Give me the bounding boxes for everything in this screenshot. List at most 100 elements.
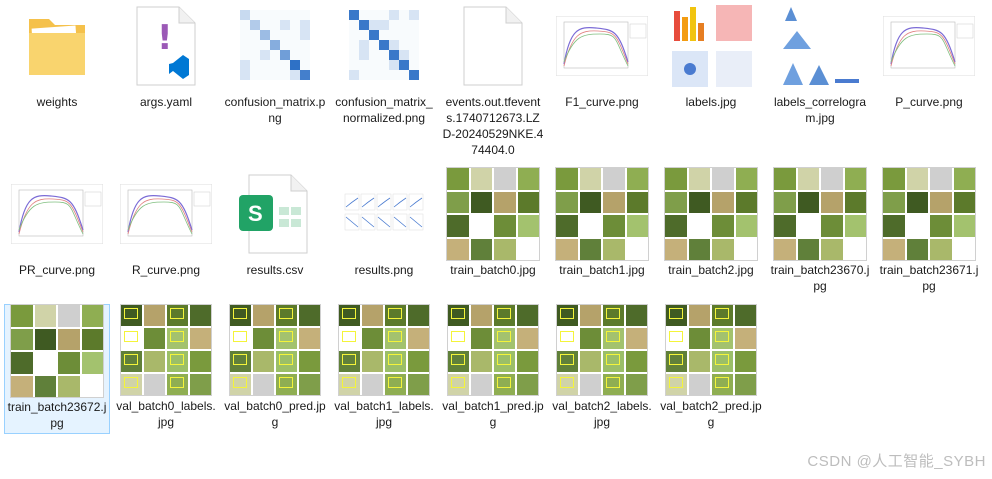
file-item[interactable]: val_batch2_pred.jpg xyxy=(658,304,764,434)
batch-tile xyxy=(580,305,601,326)
file-item[interactable]: labels.jpg xyxy=(658,0,764,130)
file-name: F1_curve.png xyxy=(551,94,653,110)
batch-mosaic-thumbnail xyxy=(557,305,647,395)
file-name: val_batch1_pred.jpg xyxy=(442,398,544,430)
file-item[interactable]: val_batch0_pred.jpg xyxy=(222,304,328,434)
file-item[interactable]: confusion_matrix_normalized.png xyxy=(331,0,437,130)
batch-tile xyxy=(518,215,540,237)
batch-tile xyxy=(627,215,649,237)
file-item[interactable]: results.png xyxy=(331,168,437,298)
batch-tile xyxy=(712,328,733,349)
batch-tile xyxy=(82,305,104,327)
batch-tile xyxy=(408,328,429,349)
batch-tile xyxy=(627,168,649,190)
file-thumbnail xyxy=(222,0,328,92)
file-item[interactable]: confusion_matrix.png xyxy=(222,0,328,130)
batch-tile xyxy=(580,328,601,349)
file-item[interactable]: weights xyxy=(4,0,110,130)
file-item[interactable]: S results.csv xyxy=(222,168,328,298)
batch-tile xyxy=(471,239,493,261)
file-thumbnail xyxy=(4,168,110,260)
file-thumbnail xyxy=(331,168,437,260)
batch-tile xyxy=(626,374,647,395)
batch-tile xyxy=(883,239,905,261)
batch-tile xyxy=(339,351,360,372)
batch-tile xyxy=(666,351,687,372)
batch-tile xyxy=(907,192,929,214)
batch-tile xyxy=(494,305,515,326)
batch-tile xyxy=(821,239,843,261)
batch-tile xyxy=(35,352,57,374)
batch-tile xyxy=(883,192,905,214)
batch-tile xyxy=(954,168,976,190)
file-item[interactable]: train_batch1.jpg xyxy=(549,168,655,298)
batch-tile xyxy=(35,376,57,398)
batch-tile xyxy=(557,374,578,395)
batch-tile xyxy=(58,305,80,327)
batch-tile xyxy=(580,374,601,395)
batch-tile xyxy=(518,239,540,261)
file-name: labels_correlogram.jpg xyxy=(769,94,871,126)
file-item[interactable]: P_curve.png xyxy=(876,0,982,130)
file-name: confusion_matrix.png xyxy=(224,94,326,126)
batch-tile xyxy=(82,329,104,351)
file-item[interactable]: train_batch23670.jpg xyxy=(767,168,873,298)
file-name: val_batch1_labels.jpg xyxy=(333,398,435,430)
file-thumbnail xyxy=(767,0,873,92)
batch-tile xyxy=(144,374,165,395)
batch-tile xyxy=(167,374,188,395)
file-item[interactable]: R_curve.png xyxy=(113,168,219,298)
batch-tile xyxy=(774,215,796,237)
file-item[interactable]: val_batch0_labels.jpg xyxy=(113,304,219,434)
file-name: R_curve.png xyxy=(115,262,217,278)
file-name: train_batch0.jpg xyxy=(442,262,544,278)
file-item[interactable]: val_batch2_labels.jpg xyxy=(549,304,655,434)
file-thumbnail: S xyxy=(222,168,328,260)
batch-tile xyxy=(190,374,211,395)
file-thumbnail xyxy=(549,0,655,92)
file-item[interactable]: train_batch2.jpg xyxy=(658,168,764,298)
file-item[interactable]: F1_curve.png xyxy=(549,0,655,130)
batch-mosaic-thumbnail xyxy=(666,305,756,395)
file-item[interactable]: val_batch1_pred.jpg xyxy=(440,304,546,434)
batch-tile xyxy=(253,328,274,349)
file-thumbnail xyxy=(767,168,873,260)
batch-tile xyxy=(712,168,734,190)
batch-tile xyxy=(230,351,251,372)
batch-tile xyxy=(494,374,515,395)
file-item[interactable]: train_batch0.jpg xyxy=(440,168,546,298)
batch-tile xyxy=(276,351,297,372)
curve-chart-thumbnail xyxy=(883,16,975,76)
file-name: labels.jpg xyxy=(660,94,762,110)
batch-mosaic-thumbnail xyxy=(11,305,103,397)
file-item[interactable]: events.out.tfevents.1740712673.LZD-20240… xyxy=(440,0,546,130)
batch-tile xyxy=(627,192,649,214)
file-item[interactable]: train_batch23672.jpg xyxy=(4,304,110,434)
file-item[interactable]: train_batch23671.jpg xyxy=(876,168,982,298)
batch-tile xyxy=(494,351,515,372)
file-name: train_batch23672.jpg xyxy=(7,399,107,431)
batch-tile xyxy=(712,374,733,395)
batch-tile xyxy=(408,305,429,326)
batch-tile xyxy=(276,374,297,395)
correlogram-thumbnail xyxy=(775,1,865,91)
batch-tile xyxy=(626,351,647,372)
file-item[interactable]: val_batch1_labels.jpg xyxy=(331,304,437,434)
batch-tile xyxy=(557,351,578,372)
batch-tile xyxy=(385,328,406,349)
file-name: val_batch0_pred.jpg xyxy=(224,398,326,430)
file-item[interactable]: ! args.yaml xyxy=(113,0,219,130)
file-thumbnail xyxy=(113,168,219,260)
batch-tile xyxy=(907,239,929,261)
file-name: val_batch2_labels.jpg xyxy=(551,398,653,430)
file-item[interactable]: PR_curve.png xyxy=(4,168,110,298)
batch-tile xyxy=(689,192,711,214)
file-item[interactable]: labels_correlogram.jpg xyxy=(767,0,873,130)
batch-tile xyxy=(448,351,469,372)
batch-tile xyxy=(471,192,493,214)
batch-tile xyxy=(845,192,867,214)
batch-tile xyxy=(11,329,33,351)
batch-tile xyxy=(845,168,867,190)
svg-text:S: S xyxy=(248,201,263,226)
batch-tile xyxy=(557,328,578,349)
